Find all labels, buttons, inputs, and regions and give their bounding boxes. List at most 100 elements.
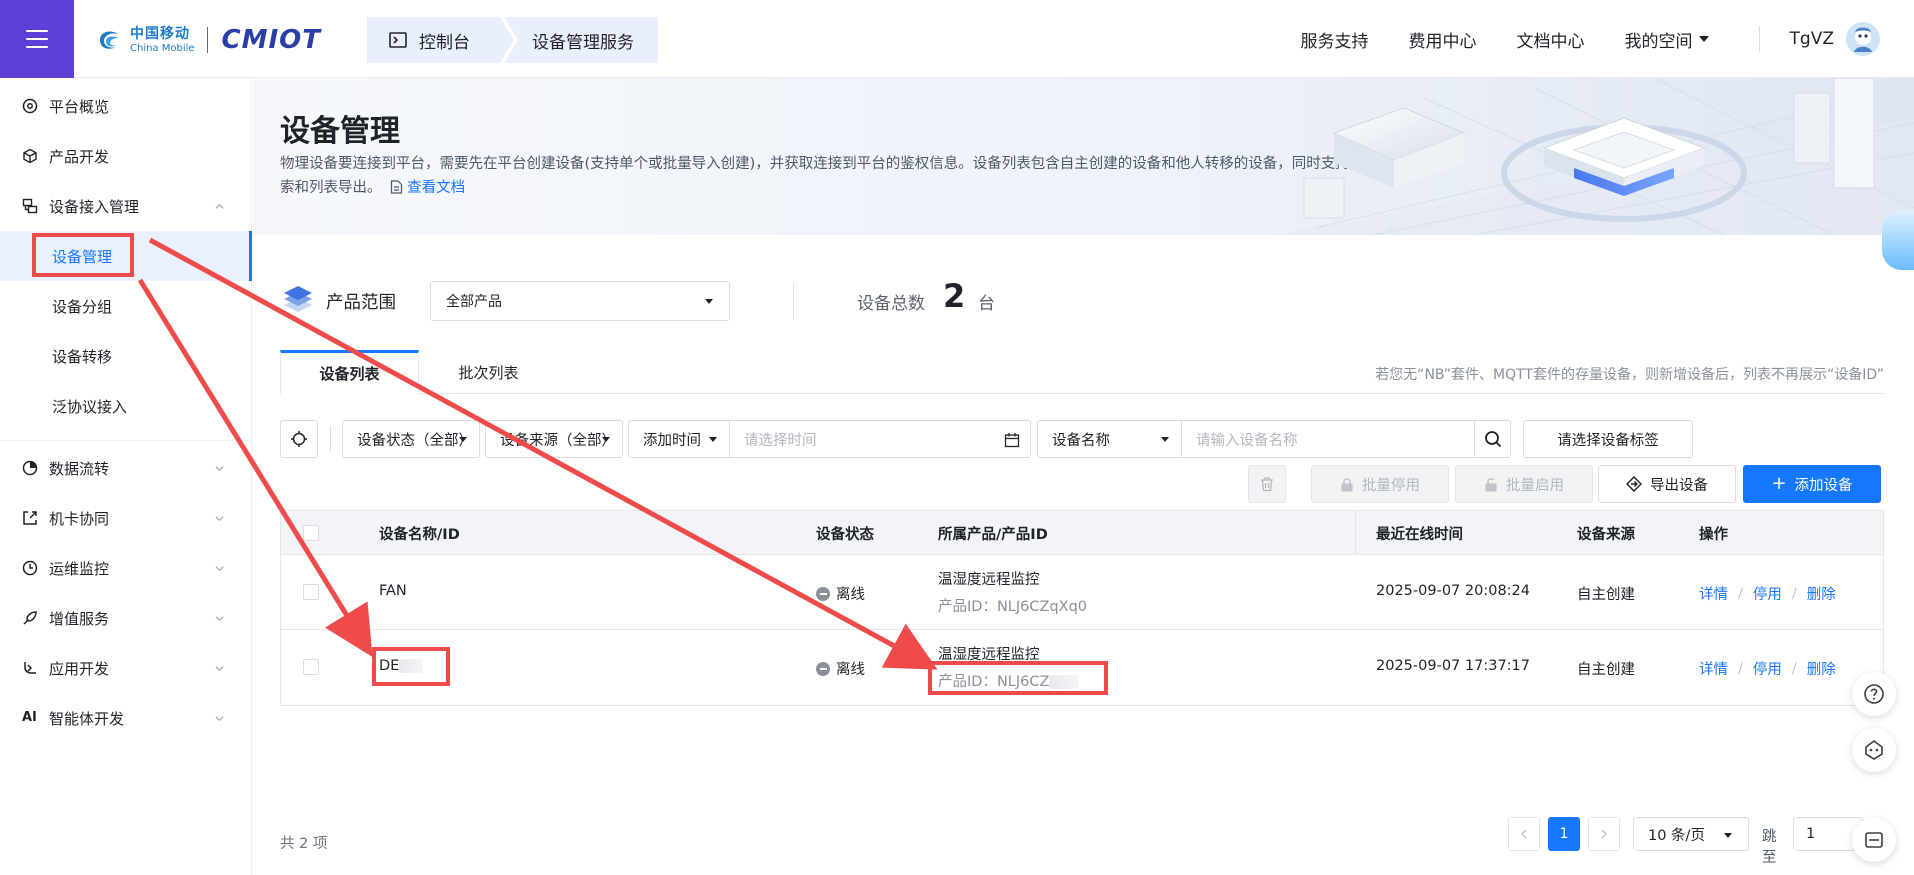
device-tag-select[interactable]: 请选择设备标签 (1523, 420, 1693, 458)
sidebar-item-label: 设备接入管理 (49, 197, 140, 216)
action-separator: / (1738, 585, 1743, 602)
export-icon (1626, 476, 1642, 492)
nav-billing-center[interactable]: 费用中心 (1409, 27, 1477, 52)
search-button[interactable] (1474, 420, 1511, 458)
nav-my-space[interactable]: 我的空间 (1625, 27, 1709, 52)
product-id-text: 产品ID：NLJ6CZ (938, 674, 1050, 690)
offline-status-icon (816, 661, 830, 676)
row-checkbox[interactable] (303, 584, 319, 600)
batch-disable-button[interactable]: 批量停用 (1311, 465, 1449, 503)
chevron-down-icon (215, 566, 224, 572)
status-filter-select[interactable]: 设备状态（全部） (342, 420, 480, 458)
product-name[interactable]: 温湿度远程监控 (938, 643, 1040, 664)
sidebar-item-label: 平台概览 (49, 97, 110, 116)
delete-link[interactable]: 删除 (1807, 583, 1836, 604)
row-checkbox[interactable] (303, 659, 319, 675)
last-online-time: 2025-09-07 17:37:17 (1376, 658, 1530, 674)
brand-logo[interactable]: 中国移动 China Mobile CMIOT (96, 22, 321, 58)
sidebar-item-data-flow[interactable]: 数据流转 (0, 443, 250, 493)
chevron-up-icon (215, 203, 224, 209)
nav-doc-center[interactable]: 文档中心 (1517, 27, 1585, 52)
delete-batch-button[interactable] (1248, 465, 1286, 503)
feedback-button[interactable] (1852, 818, 1896, 862)
breadcrumb-console[interactable]: 控制台 (367, 17, 518, 63)
monitor-icon (22, 560, 38, 576)
view-docs-link[interactable]: 查看文档 (390, 180, 465, 196)
time-type-select[interactable]: 添加时间 (628, 420, 730, 458)
delete-link[interactable]: 删除 (1807, 658, 1836, 679)
logo-en: China Mobile (130, 42, 195, 54)
name-type-select[interactable]: 设备名称 (1037, 420, 1182, 458)
batch-enable-button[interactable]: 批量启用 (1455, 465, 1593, 503)
avatar-icon (1846, 22, 1880, 56)
device-name-text: DE (379, 658, 400, 674)
help-button[interactable] (1852, 672, 1896, 716)
redacted-text (399, 659, 424, 673)
caret-down-icon (602, 437, 610, 442)
logo-cn: 中国移动 (130, 25, 190, 42)
sidebar-subitem-device-management[interactable]: 设备管理 (0, 231, 252, 281)
add-device-button[interactable]: + 添加设备 (1743, 465, 1881, 503)
device-name[interactable]: FAN (379, 583, 407, 599)
sidebar-subitem-label: 设备转移 (52, 347, 113, 366)
source-filter-select[interactable]: 设备来源（全部） (485, 420, 623, 458)
sidebar-item-device-access[interactable]: 设备接入管理 (0, 181, 250, 231)
sidebar-item-label: 增值服务 (49, 609, 110, 628)
device-total-unit: 台 (978, 294, 995, 314)
main-content: 设备管理 物理设备要连接到平台，需要先在平台创建设备(支持单个或批量导入创建)，… (253, 78, 1914, 875)
sidebar-item-ops-monitor[interactable]: 运维监控 (0, 543, 250, 593)
sidebar-subitem-device-transfer[interactable]: 设备转移 (0, 331, 250, 381)
details-link[interactable]: 详情 (1699, 658, 1728, 679)
sidebar-item-product-dev[interactable]: 产品开发 (0, 131, 250, 181)
menu-toggle-button[interactable] (0, 0, 74, 78)
chevron-down-icon (215, 466, 224, 472)
sidebar-item-card-sync[interactable]: 机卡协同 (0, 493, 250, 543)
export-devices-label: 导出设备 (1650, 477, 1708, 494)
page-size-select[interactable]: 10 条/页 (1633, 817, 1749, 851)
sidebar-subitem-generic-protocol[interactable]: 泛协议接入 (0, 381, 250, 431)
product-scope-select[interactable]: 全部产品 (430, 281, 730, 321)
details-link[interactable]: 详情 (1699, 583, 1728, 604)
time-range-input[interactable]: 请选择时间 (729, 420, 1031, 458)
table-row: DE 离线 温湿度远程监控 产品ID：NLJ6CZ 2025-09-07 17:… (281, 630, 1883, 705)
breadcrumb: 控制台 设备管理服务 (367, 17, 658, 63)
breadcrumb-console-label: 控制台 (419, 32, 470, 53)
device-card: 产品范围 全部产品 设备总数 2 台 设备列表 批次列表 若您无“NB”套件、M… (253, 235, 1914, 875)
avatar[interactable] (1846, 22, 1880, 56)
device-access-icon (22, 198, 38, 214)
sidebar-item-label: 运维监控 (49, 559, 110, 578)
lock-icon (1341, 477, 1353, 491)
device-status: 离线 (816, 658, 865, 679)
username[interactable]: TgVZ (1790, 29, 1834, 49)
page-number-button[interactable]: 1 (1548, 817, 1580, 851)
sidebar-item-app-dev[interactable]: 应用开发 (0, 643, 250, 693)
device-name[interactable]: DE (379, 658, 424, 674)
assistant-button[interactable] (1852, 728, 1896, 772)
batch-disable-label: 批量停用 (1362, 477, 1420, 494)
disable-link[interactable]: 停用 (1753, 583, 1782, 604)
prev-page-button[interactable] (1508, 817, 1540, 851)
sidebar-item-value-added[interactable]: 增值服务 (0, 593, 250, 643)
sidebar-item-overview[interactable]: 平台概览 (0, 81, 250, 131)
device-name-placeholder: 请输入设备名称 (1196, 432, 1298, 449)
breadcrumb-device-service[interactable]: 设备管理服务 (504, 17, 658, 63)
select-all-checkbox[interactable] (303, 525, 319, 541)
disable-link[interactable]: 停用 (1753, 658, 1782, 679)
next-page-button[interactable] (1588, 817, 1620, 851)
mascot-float-icon[interactable] (1882, 210, 1914, 270)
sidebar-subitem-device-group[interactable]: 设备分组 (0, 281, 250, 331)
product-name[interactable]: 温湿度远程监控 (938, 568, 1040, 589)
unlock-icon (1485, 477, 1497, 491)
column-header-source: 设备来源 (1577, 526, 1635, 543)
sidebar-item-label: 机卡协同 (49, 509, 110, 528)
sidebar-item-agent-dev[interactable]: AI 智能体开发 (0, 693, 250, 743)
sidebar-subitem-label: 设备管理 (52, 247, 113, 266)
redacted-text (1049, 675, 1080, 689)
tab-device-list[interactable]: 设备列表 (280, 350, 419, 394)
tab-batch-list[interactable]: 批次列表 (419, 350, 558, 394)
export-devices-button[interactable]: 导出设备 (1598, 465, 1736, 503)
device-name-search-input[interactable]: 请输入设备名称 (1181, 420, 1475, 458)
nav-service-support[interactable]: 服务支持 (1301, 27, 1369, 52)
refresh-button[interactable] (280, 420, 318, 458)
action-separator: / (1791, 660, 1797, 677)
